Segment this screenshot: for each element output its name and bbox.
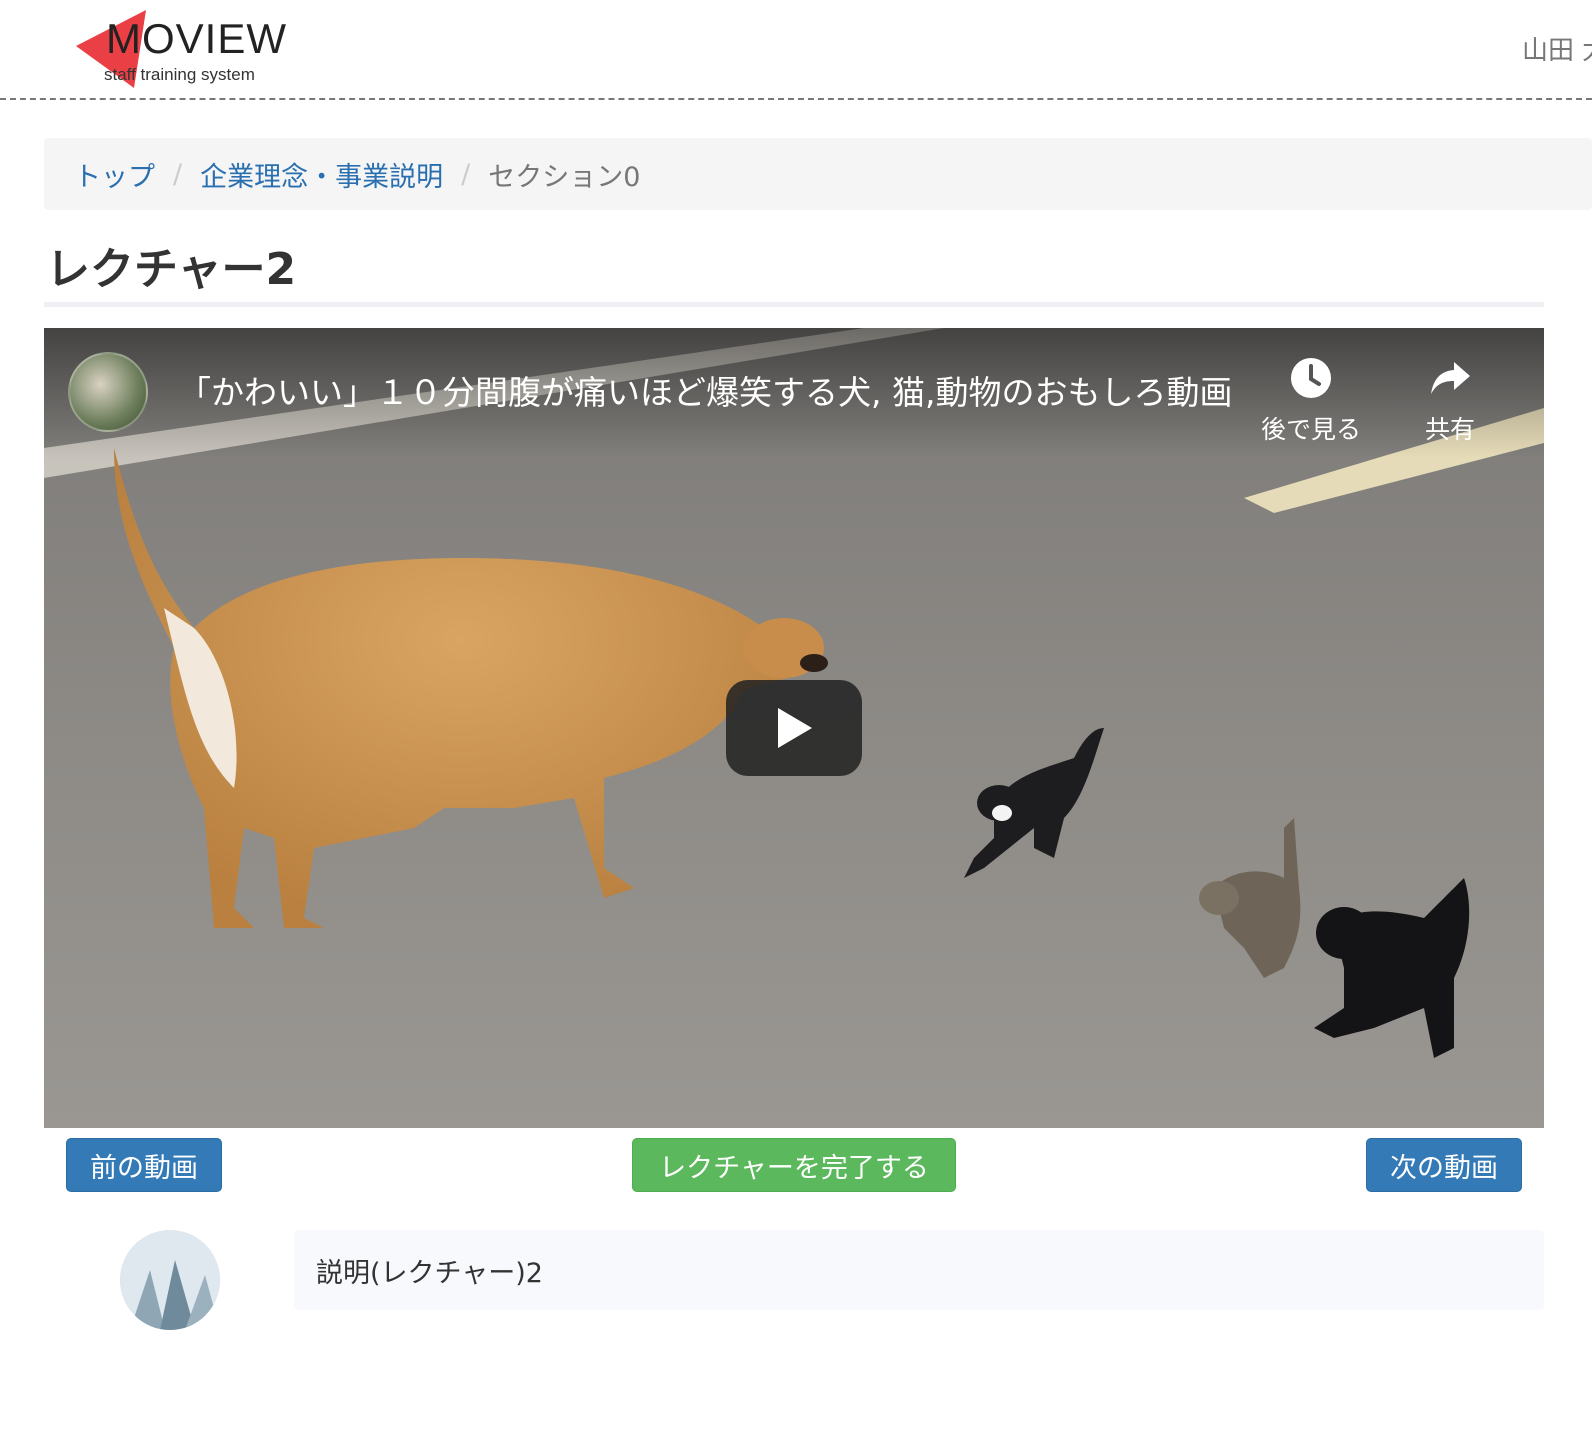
channel-avatar[interactable] bbox=[68, 352, 148, 432]
site-logo[interactable]: MOVIEW staff training system bbox=[76, 8, 316, 92]
play-icon bbox=[778, 708, 812, 748]
logo-text: MOVIEW bbox=[106, 15, 287, 62]
watch-later-button[interactable]: 後で見る bbox=[1246, 356, 1376, 446]
breadcrumb-item-course[interactable]: 企業理念・事業説明 bbox=[200, 155, 443, 194]
author-avatar bbox=[120, 1230, 220, 1330]
breadcrumb-item-current: セクション0 bbox=[488, 161, 641, 193]
share-arrow-icon bbox=[1431, 362, 1470, 394]
page-title: レクチャー2 bbox=[46, 244, 297, 295]
site-header: MOVIEW staff training system 山田 太 bbox=[0, 0, 1592, 100]
prev-video-button[interactable]: 前の動画 bbox=[66, 1138, 222, 1192]
title-divider bbox=[44, 302, 1544, 307]
video-player[interactable]: 「かわいい」１０分間腹が痛いほど爆笑する犬, 猫,動物のおもしろ動画 後で見る … bbox=[44, 328, 1544, 1128]
watch-later-label: 後で見る bbox=[1260, 415, 1361, 444]
share-button[interactable]: 共有 bbox=[1400, 356, 1500, 446]
breadcrumb-separator: / bbox=[461, 158, 471, 190]
clock-icon bbox=[1291, 358, 1331, 398]
breadcrumb-item-top[interactable]: トップ bbox=[74, 155, 155, 194]
avatar-image bbox=[120, 1230, 220, 1330]
user-name[interactable]: 山田 太 bbox=[1522, 30, 1592, 67]
description-text: 説明(レクチャー)2 bbox=[316, 1257, 543, 1289]
lecture-description: 説明(レクチャー)2 bbox=[294, 1230, 1544, 1310]
breadcrumb-separator: / bbox=[173, 158, 183, 190]
complete-lecture-button[interactable]: レクチャーを完了する bbox=[632, 1138, 956, 1192]
next-video-button[interactable]: 次の動画 bbox=[1366, 1138, 1522, 1192]
video-title[interactable]: 「かわいい」１０分間腹が痛いほど爆笑する犬, 猫,動物のおもしろ動画 bbox=[178, 366, 1238, 414]
share-label: 共有 bbox=[1424, 415, 1475, 444]
breadcrumb: トップ / 企業理念・事業説明 / セクション0 bbox=[44, 138, 1592, 210]
logo-subtitle: staff training system bbox=[104, 65, 255, 84]
play-button[interactable] bbox=[726, 680, 862, 776]
